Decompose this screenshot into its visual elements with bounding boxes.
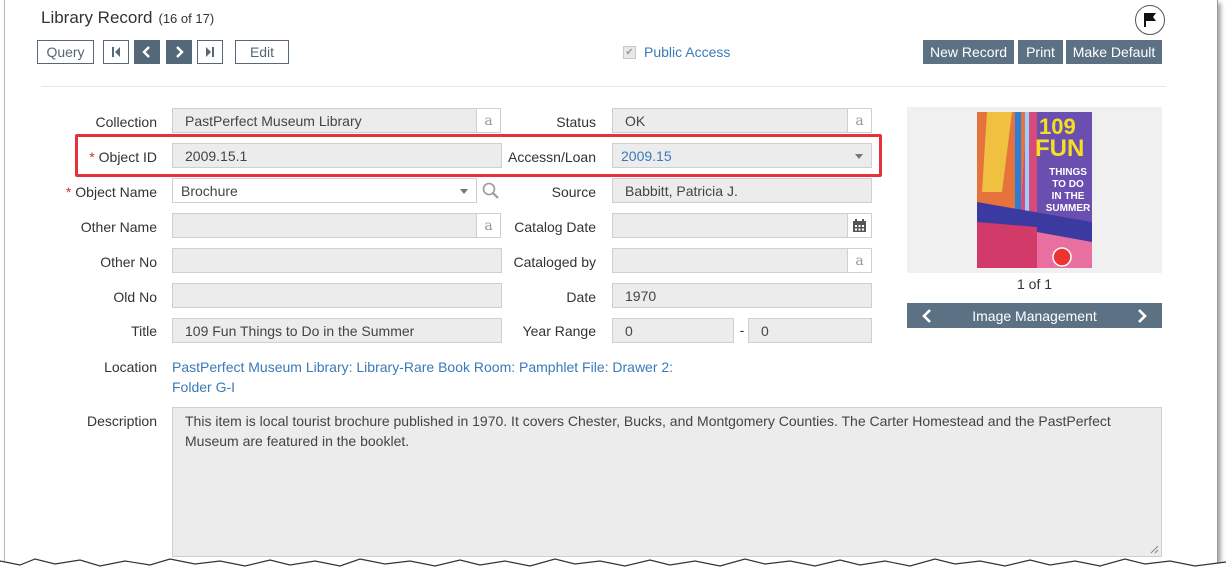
year-range-to-field[interactable]: 0 [748, 318, 872, 343]
make-default-button[interactable]: Make Default [1066, 40, 1162, 64]
chevron-down-icon [460, 189, 468, 194]
status-lookup-button[interactable]: a [847, 108, 872, 133]
public-access[interactable]: ✔ Public Access [623, 44, 730, 60]
other-no-field[interactable] [172, 248, 502, 273]
collection-field[interactable]: PastPerfect Museum Library [172, 108, 477, 133]
year-range-separator: - [739, 322, 745, 338]
cover-subtitle-line: SUMMER [1045, 203, 1091, 214]
flag-button[interactable] [1135, 5, 1165, 35]
location-link[interactable]: PastPerfect Museum Library: Library-Rare… [172, 357, 732, 397]
location-line-2: Folder G-I [172, 379, 236, 395]
image-management-bar: Image Management [907, 303, 1162, 328]
first-record-button[interactable] [103, 40, 129, 64]
flag-icon [1144, 13, 1156, 27]
prev-record-icon [142, 46, 150, 58]
description-field[interactable]: This item is local tourist brochure publ… [172, 407, 1162, 557]
prev-record-button[interactable] [134, 40, 160, 64]
record-window: Library Record (16 of 17) Query Edit ✔ Pu… [4, 0, 1218, 573]
query-button[interactable]: Query [37, 40, 94, 64]
year-range-from-field[interactable]: 0 [612, 318, 734, 343]
cataloged-by-lookup-button[interactable]: a [847, 248, 872, 273]
object-name-label-text: Object Name [75, 184, 157, 200]
cover-subtitle-line: TO DO [1052, 179, 1084, 190]
first-record-icon [112, 47, 120, 57]
cover-title-mid: FUN [1035, 135, 1085, 162]
title-label: Title [131, 323, 157, 339]
location-label: Location [104, 359, 157, 375]
chevron-right-icon[interactable] [1136, 308, 1148, 323]
cover-subtitle: THINGS TO DO IN THE SUMMER [1045, 167, 1091, 215]
cover-subtitle-line: THINGS [1049, 167, 1087, 178]
source-field[interactable]: Babbitt, Patricia J. [612, 178, 872, 203]
old-no-label: Old No [113, 289, 157, 305]
chevron-left-icon[interactable] [921, 308, 933, 323]
collection-label: Collection [95, 114, 157, 130]
other-name-field[interactable] [172, 213, 477, 238]
edit-button[interactable]: Edit [235, 40, 289, 64]
object-name-value: Brochure [181, 183, 238, 199]
other-no-label: Other No [100, 254, 157, 270]
highlight-box [75, 134, 882, 177]
catalog-date-field[interactable] [612, 213, 848, 238]
public-access-label: Public Access [644, 44, 731, 60]
description-label: Description [86, 413, 157, 429]
year-range-label: Year Range [522, 323, 596, 339]
date-field[interactable]: 1970 [612, 283, 872, 308]
title-field[interactable]: 109 Fun Things to Do in the Summer [172, 318, 502, 343]
date-label: Date [566, 289, 596, 305]
calendar-icon [853, 218, 866, 232]
cataloged-by-field[interactable] [612, 248, 848, 273]
source-label: Source [551, 184, 596, 200]
status-field[interactable]: OK [612, 108, 848, 133]
print-button[interactable]: Print [1018, 40, 1063, 64]
description-text: This item is local tourist brochure publ… [185, 413, 1111, 449]
next-record-button[interactable] [166, 40, 192, 64]
catalog-date-label: Catalog Date [514, 219, 596, 235]
required-marker: * [65, 184, 72, 200]
record-count: (16 of 17) [158, 11, 215, 26]
object-name-select[interactable]: Brochure [172, 178, 477, 203]
image-count: 1 of 1 [1016, 276, 1053, 292]
status-label: Status [556, 114, 596, 130]
last-record-button[interactable] [197, 40, 223, 64]
page-title-text: Library Record [41, 8, 153, 27]
image-management-button[interactable]: Image Management [972, 308, 1097, 324]
object-name-label: * Object Name [25, 184, 157, 200]
cover-subtitle-line: IN THE [1051, 191, 1085, 202]
new-record-button[interactable]: New Record [923, 40, 1014, 64]
public-access-checkbox[interactable]: ✔ [623, 45, 636, 59]
page-title: Library Record (16 of 17) [41, 8, 214, 28]
calendar-button[interactable] [847, 213, 872, 238]
cover-image[interactable]: 109 FUN THINGS TO DO IN THE SUMMER [977, 112, 1092, 268]
location-line-1: PastPerfect Museum Library: Library-Rare… [172, 359, 674, 375]
other-name-label: Other Name [80, 219, 157, 235]
next-record-icon [176, 46, 184, 58]
torn-edge [0, 558, 1226, 583]
toolbar-divider [41, 86, 1166, 87]
cataloged-by-label: Cataloged by [513, 254, 596, 270]
old-no-field[interactable] [172, 283, 502, 308]
last-record-icon [206, 47, 214, 57]
